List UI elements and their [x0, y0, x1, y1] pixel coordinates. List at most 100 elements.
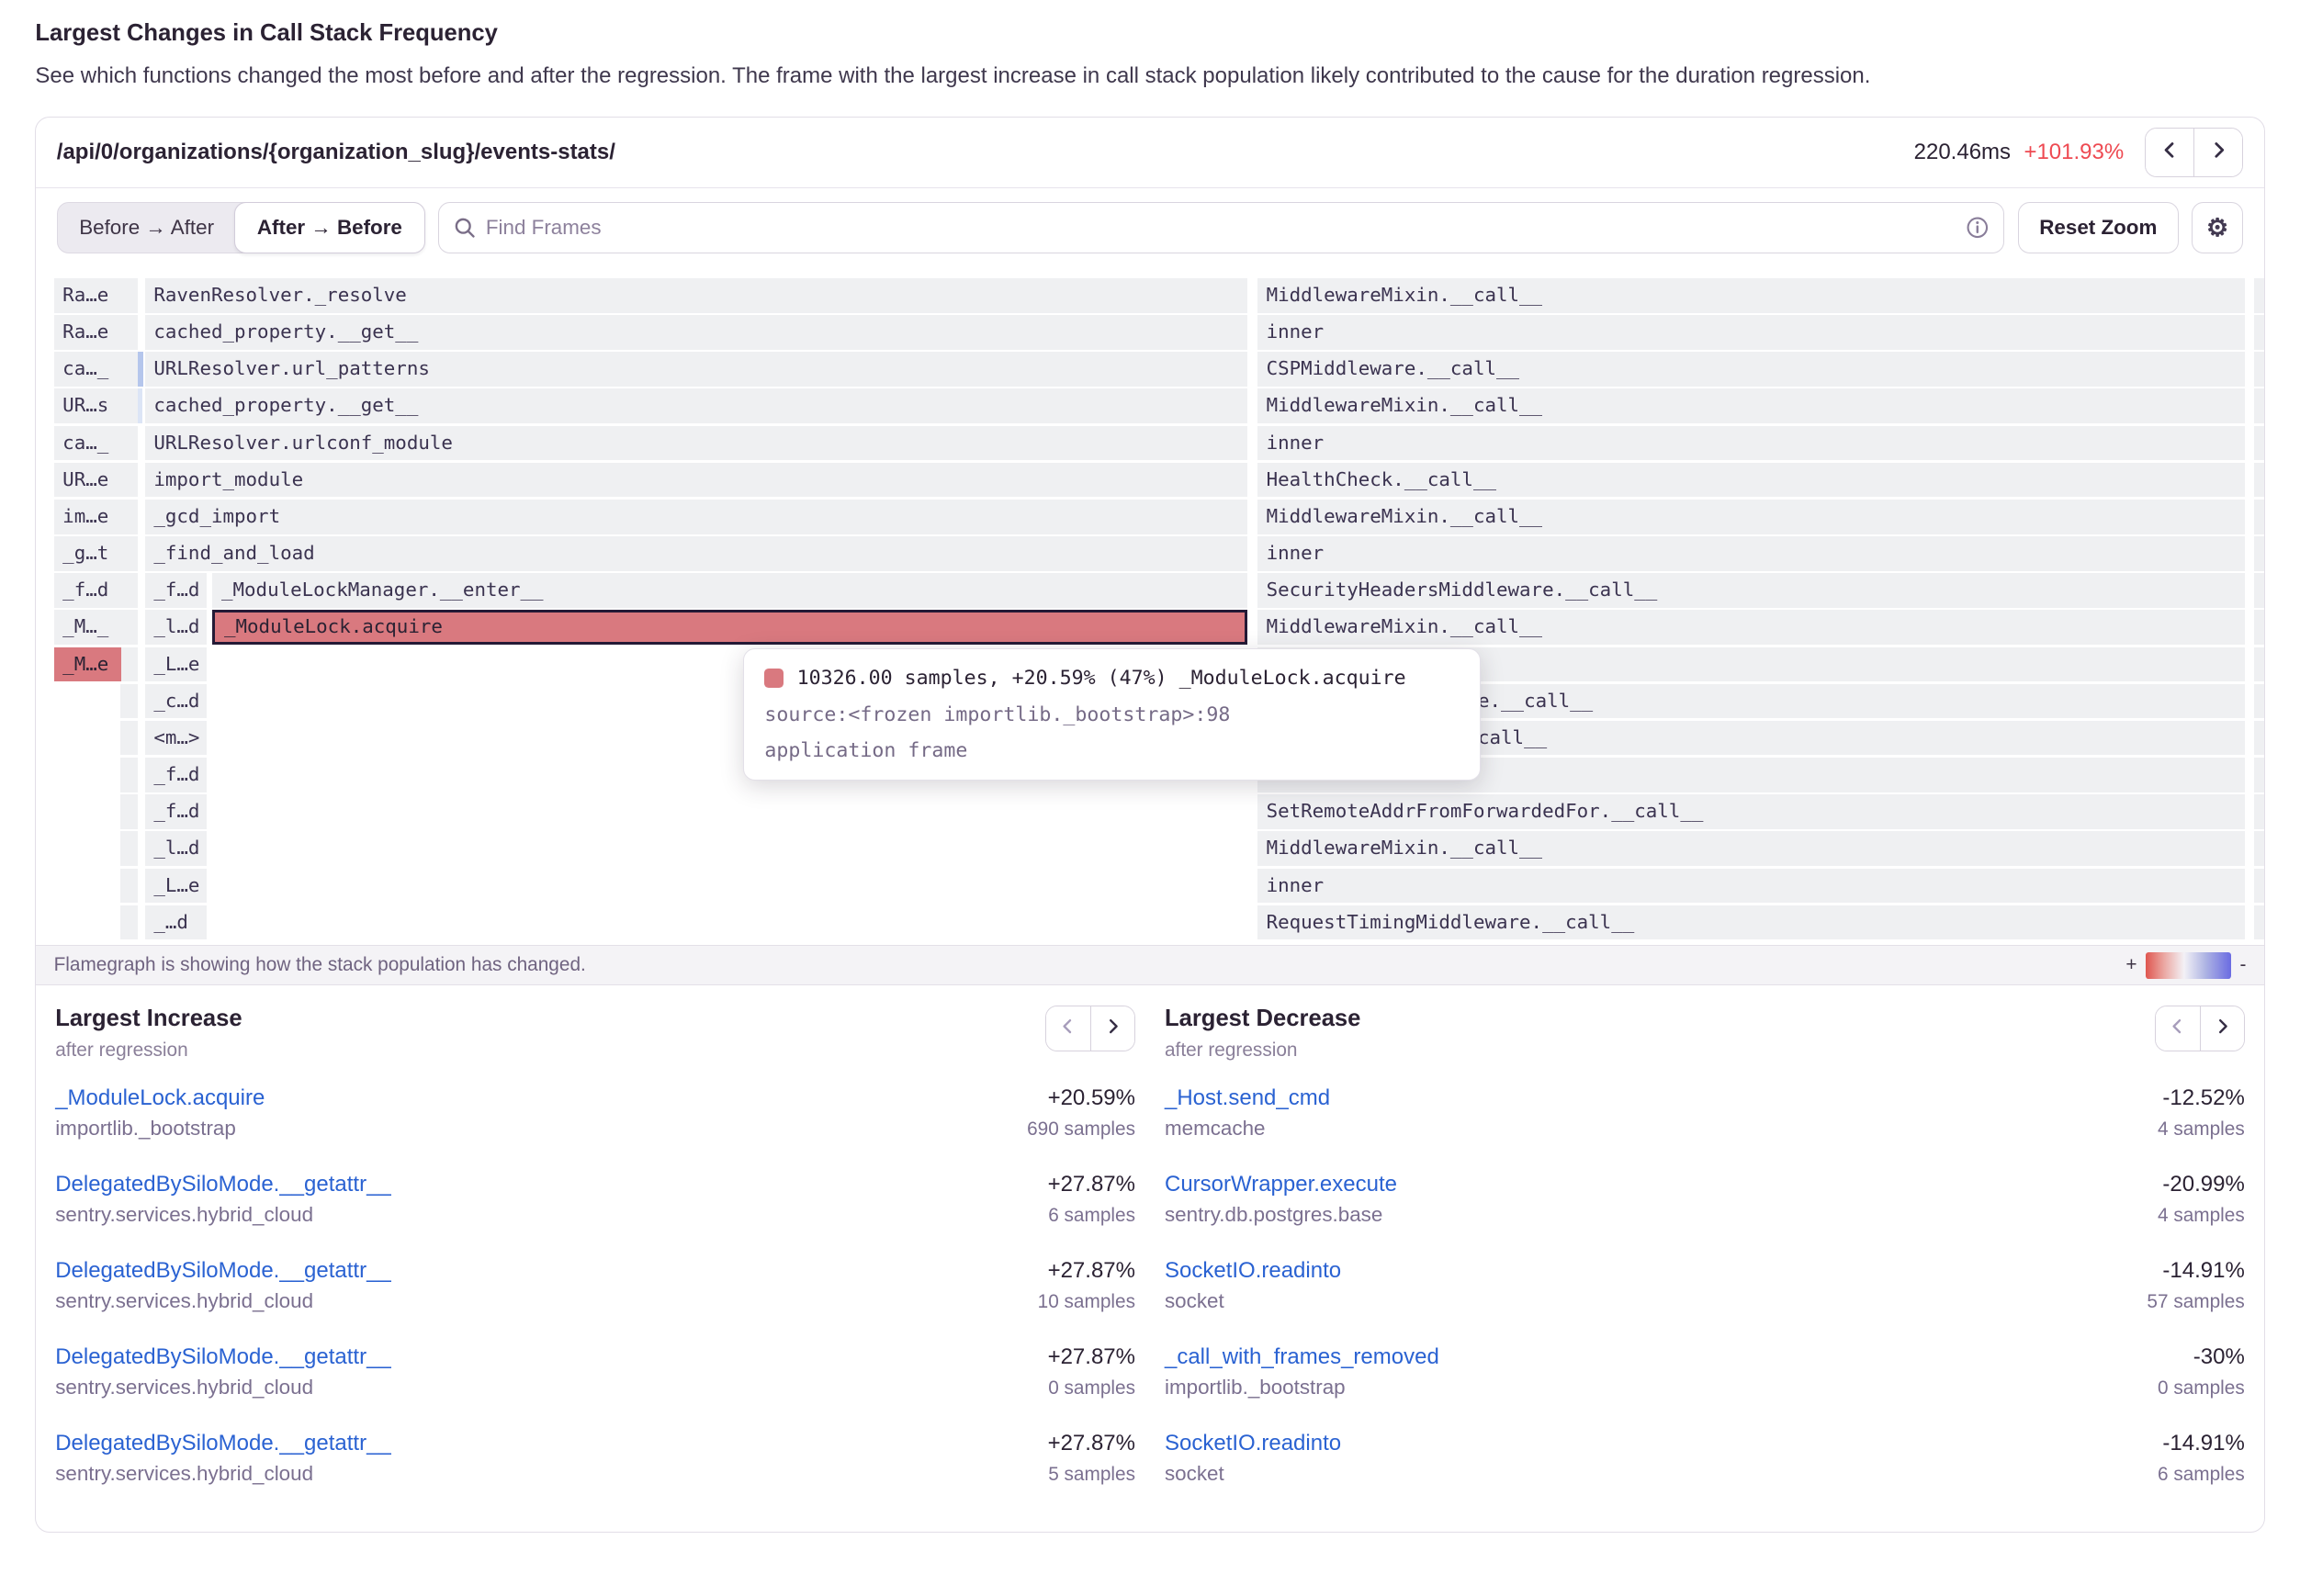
flame-frame[interactable]: MiddlewareMixin.__call__ — [1257, 500, 2245, 534]
toggle-after-before[interactable]: After → Before — [234, 202, 425, 253]
flame-frame-sliver[interactable] — [120, 831, 138, 866]
flame-frame[interactable]: MiddlewareMixin.__call__ — [1257, 831, 2245, 866]
flame-frame-sliver[interactable] — [2254, 721, 2264, 756]
function-link[interactable]: DelegatedBySiloMode.__getattr__ — [55, 1258, 391, 1284]
flame-frame-sliver[interactable] — [2254, 352, 2264, 387]
flame-frame-sliver[interactable] — [2254, 831, 2264, 866]
flame-frame[interactable]: inner — [1257, 869, 2245, 904]
flame-frame[interactable]: CSPMiddleware.__call__ — [1257, 352, 2245, 387]
flame-frame[interactable]: <m…> — [145, 721, 207, 756]
find-frames-input[interactable]: Find Frames — [438, 202, 2005, 253]
flame-frame-sliver[interactable] — [120, 388, 138, 423]
flame-frame[interactable]: MiddlewareMixin.__call__ — [1257, 610, 2245, 645]
info-icon[interactable] — [1966, 216, 1990, 240]
function-link[interactable]: DelegatedBySiloMode.__getattr__ — [55, 1172, 391, 1197]
flame-frame-sliver[interactable] — [2254, 905, 2264, 940]
flame-frame[interactable]: _L…e — [145, 647, 207, 682]
increase-next-button[interactable] — [1090, 1006, 1134, 1051]
flame-frame-sliver[interactable] — [120, 500, 138, 534]
decrease-next-button[interactable] — [2200, 1006, 2244, 1051]
flame-frame[interactable]: _L…e — [145, 869, 207, 904]
flame-frame-sliver[interactable] — [120, 610, 138, 645]
flame-frame[interactable]: _…d — [145, 905, 207, 940]
flame-frame-highlighted[interactable]: _ModuleLock.acquire — [212, 610, 1246, 645]
flame-frame-sliver[interactable] — [120, 426, 138, 461]
flame-frame[interactable]: _g…t — [54, 536, 122, 571]
flame-frame[interactable]: inner — [1257, 426, 2245, 461]
flame-frame[interactable]: inner — [1257, 536, 2245, 571]
flame-frame-sliver[interactable] — [2254, 463, 2264, 498]
function-link[interactable]: _call_with_frames_removed — [1165, 1344, 1439, 1370]
flame-frame[interactable]: Ra…e — [54, 278, 122, 313]
flame-frame-sliver[interactable] — [2254, 610, 2264, 645]
flame-frame-sliver[interactable] — [138, 352, 143, 387]
flame-frame-sliver[interactable] — [120, 315, 138, 350]
flame-frame[interactable]: _gcd_import — [145, 500, 1247, 534]
flame-frame[interactable]: _c…d — [145, 684, 207, 719]
flame-frame-sliver[interactable] — [2254, 500, 2264, 534]
function-link[interactable]: CursorWrapper.execute — [1165, 1172, 1397, 1197]
flame-frame-sliver[interactable] — [120, 573, 138, 608]
flame-frame[interactable]: MiddlewareMixin.__call__ — [1257, 278, 2245, 313]
function-link[interactable]: SocketIO.readinto — [1165, 1431, 1341, 1456]
flame-frame[interactable]: ca…_ — [54, 426, 122, 461]
flame-frame-sliver[interactable] — [120, 684, 138, 719]
flame-frame-sliver[interactable] — [120, 869, 138, 904]
reset-zoom-button[interactable]: Reset Zoom — [2018, 202, 2179, 253]
function-link[interactable]: DelegatedBySiloMode.__getattr__ — [55, 1431, 391, 1456]
flame-frame[interactable]: RavenResolver._resolve — [145, 278, 1247, 313]
flame-frame-sliver[interactable] — [2254, 426, 2264, 461]
function-link[interactable]: DelegatedBySiloMode.__getattr__ — [55, 1344, 391, 1370]
next-endpoint-button[interactable] — [2193, 129, 2242, 175]
flame-frame[interactable]: _f…d — [54, 573, 122, 608]
flame-frame-highlighted[interactable]: _M…e — [54, 647, 122, 682]
function-link[interactable]: _ModuleLock.acquire — [55, 1085, 265, 1111]
flame-frame[interactable]: cached_property.__get__ — [145, 388, 1247, 423]
flame-frame[interactable]: _M…_ — [54, 610, 122, 645]
flame-frame-sliver[interactable] — [120, 278, 138, 313]
flame-frame-sliver[interactable] — [2254, 684, 2264, 719]
flame-frame-sliver[interactable] — [120, 758, 138, 792]
flame-frame[interactable]: Ra…e — [54, 315, 122, 350]
flame-frame-sliver[interactable] — [138, 388, 142, 423]
flame-frame[interactable]: _find_and_load — [145, 536, 1247, 571]
flame-frame-sliver[interactable] — [120, 536, 138, 571]
flame-frame[interactable]: UR…e — [54, 463, 122, 498]
flame-frame-sliver[interactable] — [2254, 278, 2264, 313]
flame-frame[interactable]: im…e — [54, 500, 122, 534]
flame-frame[interactable]: inner — [1257, 315, 2245, 350]
function-link[interactable]: _Host.send_cmd — [1165, 1085, 1330, 1111]
flame-frame[interactable]: HealthCheck.__call__ — [1257, 463, 2245, 498]
flame-frame[interactable]: ca…_ — [54, 352, 122, 387]
flame-frame-sliver[interactable] — [2254, 536, 2264, 571]
flame-frame-sliver[interactable] — [120, 721, 138, 756]
prev-endpoint-button[interactable] — [2146, 129, 2194, 175]
flame-frame[interactable]: _l…d — [145, 831, 207, 866]
flame-frame[interactable]: import_module — [145, 463, 1247, 498]
flame-frame-sliver[interactable] — [120, 794, 138, 829]
flame-frame[interactable]: _f…d — [145, 758, 207, 792]
flame-frame-sliver[interactable] — [2254, 794, 2264, 829]
flame-frame-sliver[interactable] — [2254, 573, 2264, 608]
flame-frame[interactable]: RequestTimingMiddleware.__call__ — [1257, 905, 2245, 940]
flame-frame-sliver[interactable] — [120, 905, 138, 940]
flame-frame-sliver[interactable] — [120, 647, 138, 682]
flame-frame[interactable]: SecurityHeadersMiddleware.__call__ — [1257, 573, 2245, 608]
flame-frame[interactable]: SetRemoteAddrFromForwardedFor.__call__ — [1257, 794, 2245, 829]
decrease-prev-button[interactable] — [2156, 1006, 2200, 1051]
flame-frame[interactable]: UR…s — [54, 388, 122, 423]
flame-frame[interactable]: cached_property.__get__ — [145, 315, 1247, 350]
function-link[interactable]: SocketIO.readinto — [1165, 1258, 1341, 1284]
flame-frame-sliver[interactable] — [2254, 869, 2264, 904]
flame-frame[interactable]: _f…d — [145, 573, 207, 608]
flame-frame[interactable]: MiddlewareMixin.__call__ — [1257, 388, 2245, 423]
toggle-before-after[interactable]: Before → After — [56, 202, 237, 253]
flame-frame-sliver[interactable] — [120, 463, 138, 498]
flame-frame[interactable]: _l…d — [145, 610, 207, 645]
flame-frame-sliver[interactable] — [2254, 388, 2264, 423]
flame-frame-sliver[interactable] — [2254, 315, 2264, 350]
flame-frame-sliver[interactable] — [2254, 647, 2264, 682]
flame-frame[interactable]: _ModuleLockManager.__enter__ — [212, 573, 1246, 608]
flame-frame-sliver[interactable] — [120, 352, 138, 387]
flamegraph[interactable]: RequestTimingMiddleware.__call__ _…d inner… — [36, 266, 2263, 945]
